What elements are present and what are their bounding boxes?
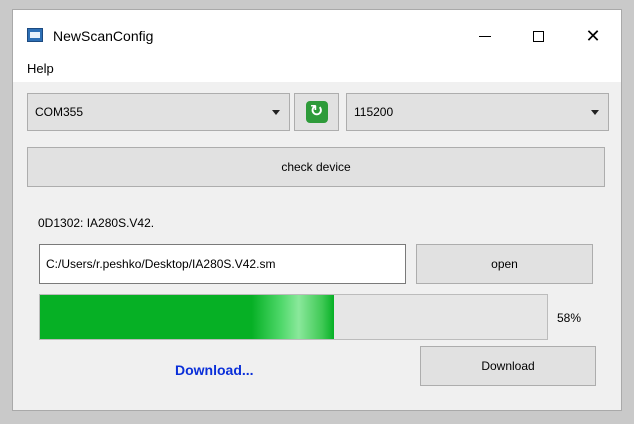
progress-percent: 58% [557, 311, 582, 325]
maximize-button[interactable] [518, 22, 558, 50]
status-text: Download... [175, 362, 254, 378]
download-button[interactable]: Download [420, 346, 596, 386]
refresh-icon: ↻ [305, 101, 328, 123]
chevron-down-icon [591, 110, 599, 115]
maximize-icon [532, 30, 544, 42]
file-path-input[interactable] [39, 244, 406, 284]
chevron-down-icon [272, 110, 280, 115]
open-button[interactable]: open [416, 244, 593, 284]
app-window-icon [27, 28, 43, 42]
progress-fill [40, 295, 335, 339]
close-button[interactable]: ✕ [573, 22, 613, 50]
refresh-button[interactable]: ↻ [294, 93, 339, 131]
baud-select-value: 115200 [354, 105, 394, 119]
close-icon: ✕ [585, 25, 601, 46]
minimize-button[interactable] [465, 22, 505, 50]
progress-bar [39, 294, 548, 340]
port-select-value: COM355 [35, 105, 84, 119]
window-title: NewScanConfig [53, 28, 154, 44]
minimize-icon [479, 35, 491, 37]
menu-item-help[interactable]: Help [27, 61, 54, 76]
title-bar[interactable]: NewScanConfig ✕ [13, 10, 621, 56]
menu-bar: Help [13, 56, 621, 82]
app-window: NewScanConfig ✕ Help COM355 ↻ 115200 che… [12, 9, 622, 411]
check-device-button[interactable]: check device [27, 147, 605, 187]
port-select[interactable]: COM355 [27, 93, 290, 131]
baud-select[interactable]: 115200 [346, 93, 609, 131]
device-info-label: 0D1302: IA280S.V42. [38, 216, 155, 230]
